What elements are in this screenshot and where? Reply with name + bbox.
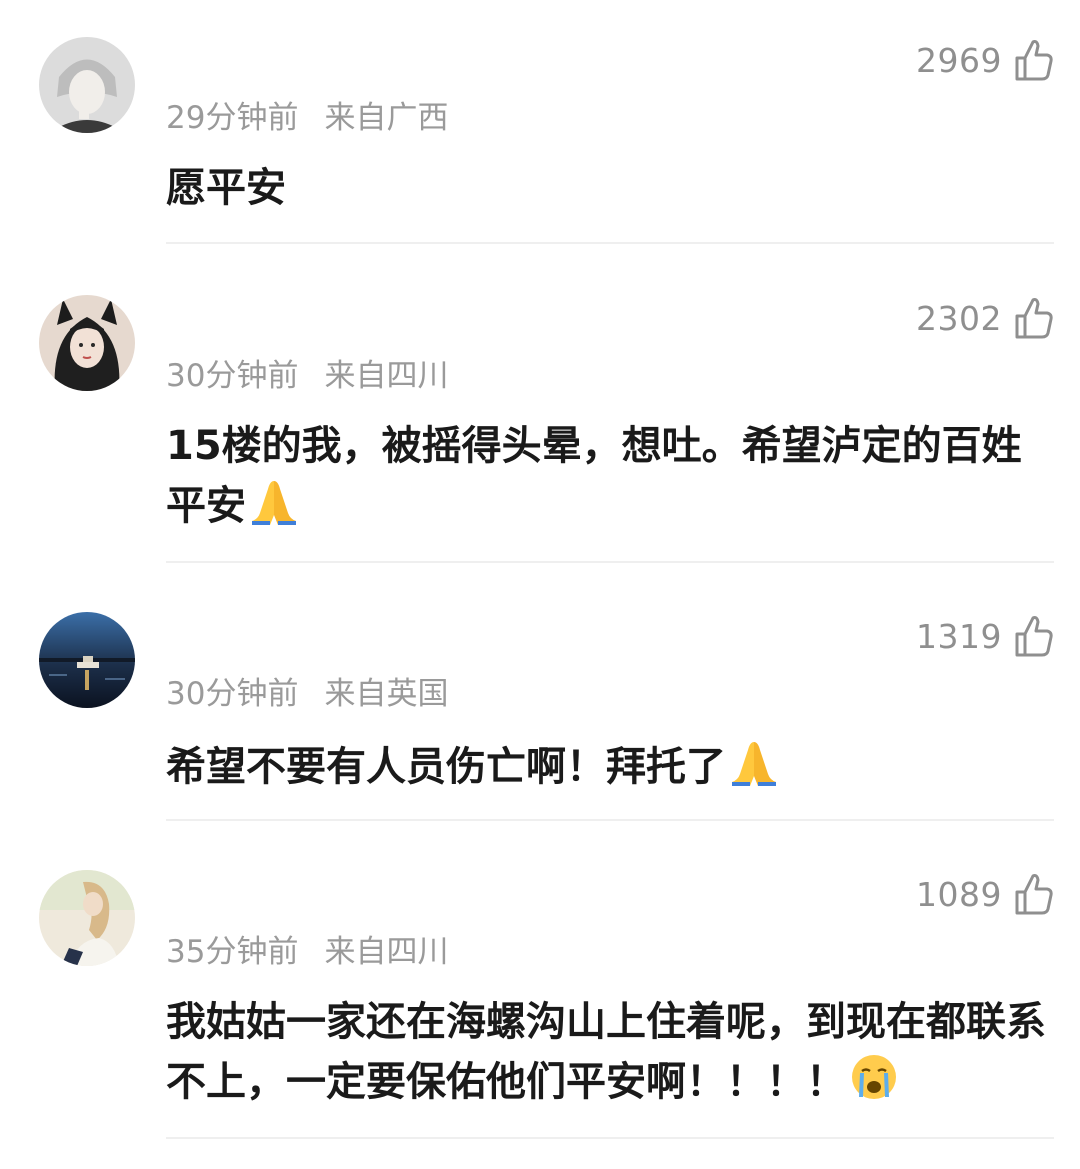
avatar[interactable] <box>39 870 135 966</box>
comment-meta: 35分钟前 来自四川 <box>166 926 448 971</box>
divider <box>166 242 1054 244</box>
avatar[interactable] <box>39 612 135 708</box>
comment-meta: 30分钟前 来自四川 <box>166 350 448 395</box>
crying-face-icon <box>852 1055 896 1099</box>
comment-time: 30分钟前 <box>166 358 299 394</box>
thumbs-up-icon <box>1015 616 1053 657</box>
comment-text: 我姑姑一家还在海螺沟山上住着呢，到现在都联系不上，一定要保佑他们平安啊！！！！ <box>166 994 1046 1111</box>
thumbs-up-icon <box>1015 874 1053 915</box>
comment-text-content: 我姑姑一家还在海螺沟山上住着呢，到现在都联系不上，一定要保佑他们平安啊！！！！ <box>166 999 1046 1105</box>
comment-text-content: 希望不要有人员伤亡啊！拜托了 <box>166 744 726 790</box>
folded-hands-icon <box>732 742 776 786</box>
like-button[interactable]: 2969 <box>916 38 1054 82</box>
divider <box>166 819 1054 821</box>
comment-text: 愿平安 <box>166 160 1046 217</box>
like-button[interactable]: 2302 <box>916 296 1054 340</box>
like-count: 1319 <box>916 616 1002 656</box>
comment-text: 15楼的我，被摇得头晕，想吐。希望泸定的百姓平安 <box>166 418 1046 535</box>
avatar-image <box>39 870 135 966</box>
comment-time: 30分钟前 <box>166 676 299 712</box>
comment-location: 来自四川 <box>324 358 449 394</box>
like-button[interactable]: 1319 <box>916 614 1054 658</box>
like-count: 2969 <box>916 40 1002 80</box>
avatar[interactable] <box>39 295 135 391</box>
divider <box>166 561 1054 563</box>
avatar[interactable] <box>39 37 135 133</box>
folded-hands-icon <box>252 481 296 525</box>
comment-location: 来自四川 <box>324 934 449 970</box>
comment-text-content: 愿平安 <box>166 165 286 211</box>
divider <box>166 1137 1054 1139</box>
like-button[interactable]: 1089 <box>916 872 1054 916</box>
thumbs-up-icon <box>1015 298 1053 339</box>
like-count: 1089 <box>916 874 1002 914</box>
avatar-image <box>39 37 135 133</box>
comment-text: 希望不要有人员伤亡啊！拜托了 <box>166 736 1046 796</box>
comment-time: 35分钟前 <box>166 934 299 970</box>
comment-meta: 30分钟前 来自英国 <box>166 668 448 713</box>
comment-time: 29分钟前 <box>166 100 299 136</box>
avatar-image <box>39 612 135 708</box>
comment-meta: 29分钟前 来自广西 <box>166 92 448 137</box>
comment-location: 来自广西 <box>324 100 449 136</box>
avatar-image <box>39 295 135 391</box>
thumbs-up-icon <box>1015 40 1053 81</box>
comment-location: 来自英国 <box>324 676 449 712</box>
like-count: 2302 <box>916 298 1002 338</box>
